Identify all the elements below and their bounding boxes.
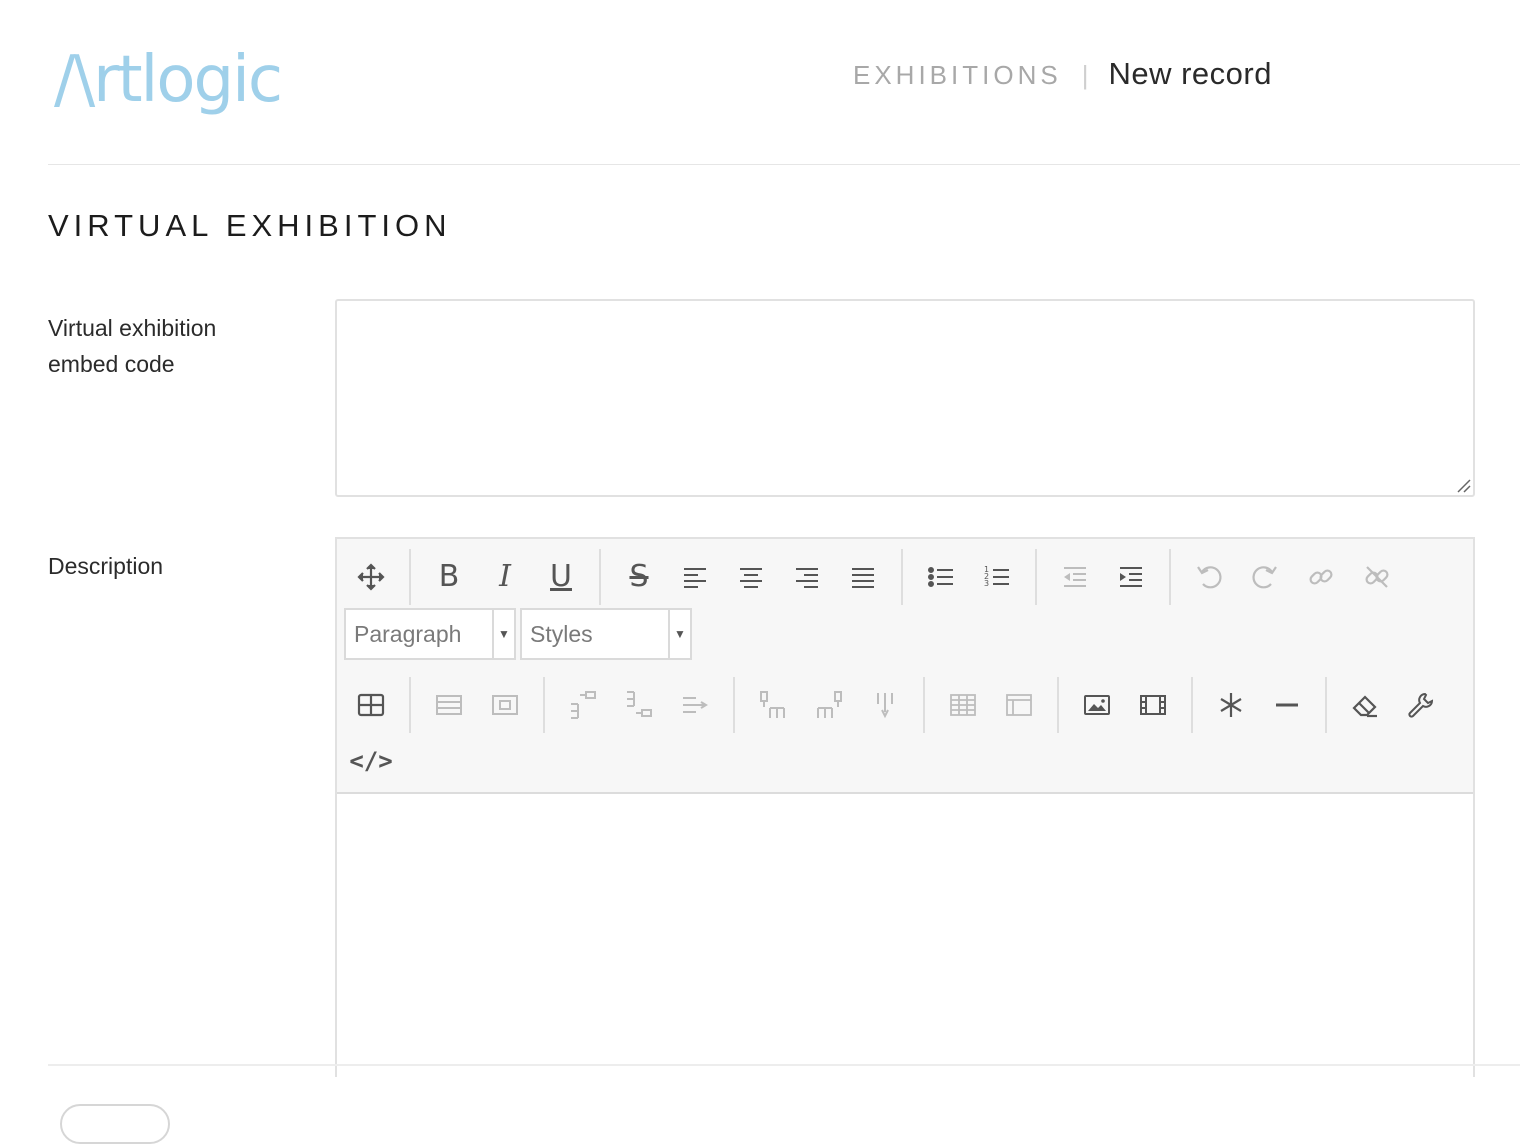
outdent-icon[interactable] bbox=[1055, 557, 1095, 597]
section-title: VIRTUAL EXHIBITION bbox=[48, 208, 452, 243]
styles-value: Styles bbox=[530, 620, 593, 647]
align-center-icon[interactable] bbox=[731, 557, 771, 597]
insert-col-before-icon[interactable] bbox=[753, 685, 793, 725]
toolbar-separator bbox=[733, 677, 735, 733]
delete-table-icon[interactable] bbox=[999, 685, 1039, 725]
special-char-icon[interactable] bbox=[1211, 685, 1251, 725]
italic-icon[interactable]: I bbox=[485, 557, 525, 597]
toolbar-separator bbox=[1325, 677, 1327, 733]
embed-code-label: Virtual exhibition embed code bbox=[48, 315, 217, 377]
rich-text-editor[interactable]: B I U S 123 Paragraph ▼ Styles ▼ </> bbox=[335, 537, 1475, 1077]
page-header: /\rtlogic EXHIBITIONS | New record bbox=[0, 0, 1520, 165]
numbered-list-icon[interactable]: 123 bbox=[977, 557, 1017, 597]
undo-icon[interactable] bbox=[1189, 557, 1229, 597]
table-cell-props-icon[interactable] bbox=[485, 685, 525, 725]
chevron-down-icon[interactable]: ▼ bbox=[668, 610, 690, 658]
bold-icon[interactable]: B bbox=[429, 557, 469, 597]
delete-row-icon[interactable] bbox=[675, 685, 715, 725]
breadcrumb-current: New record bbox=[1108, 56, 1272, 91]
redo-icon[interactable] bbox=[1245, 557, 1285, 597]
align-left-icon[interactable] bbox=[675, 557, 715, 597]
block-format-select[interactable]: Paragraph ▼ bbox=[344, 608, 516, 660]
link-icon[interactable] bbox=[1301, 557, 1341, 597]
description-label: Description bbox=[48, 553, 164, 579]
breadcrumb-separator: | bbox=[1081, 60, 1089, 90]
footer-button[interactable] bbox=[60, 1104, 170, 1144]
styles-select[interactable]: Styles ▼ bbox=[520, 608, 692, 660]
embed-code-textarea[interactable] bbox=[335, 299, 1475, 497]
toolbar-separator bbox=[923, 677, 925, 733]
horizontal-rule-icon[interactable] bbox=[1267, 685, 1307, 725]
indent-icon[interactable] bbox=[1111, 557, 1151, 597]
svg-text:3: 3 bbox=[984, 579, 989, 588]
header-divider bbox=[48, 164, 1520, 165]
toolbar-separator bbox=[543, 677, 545, 733]
toolbar-separator bbox=[1035, 549, 1037, 605]
strikethrough-icon[interactable]: S bbox=[619, 557, 659, 597]
unlink-icon[interactable] bbox=[1357, 557, 1397, 597]
table-icon[interactable] bbox=[351, 685, 391, 725]
insert-row-before-icon[interactable] bbox=[563, 685, 603, 725]
resize-handle-icon[interactable] bbox=[1455, 477, 1471, 493]
underline-icon[interactable]: U bbox=[541, 557, 581, 597]
table-row-props-icon[interactable] bbox=[429, 685, 469, 725]
insert-col-after-icon[interactable] bbox=[809, 685, 849, 725]
block-format-value: Paragraph bbox=[354, 620, 462, 647]
clear-format-icon[interactable] bbox=[1345, 685, 1385, 725]
breadcrumb-exhibitions-link[interactable]: EXHIBITIONS bbox=[853, 60, 1062, 91]
settings-wrench-icon[interactable] bbox=[1401, 685, 1441, 725]
insert-row-after-icon[interactable] bbox=[619, 685, 659, 725]
delete-col-icon[interactable] bbox=[865, 685, 905, 725]
editor-toolbar: B I U S 123 Paragraph ▼ Styles ▼ </> bbox=[337, 539, 1473, 794]
breadcrumb: EXHIBITIONS | New record bbox=[853, 56, 1272, 92]
move-icon[interactable] bbox=[351, 557, 391, 597]
toolbar-separator bbox=[409, 549, 411, 605]
align-justify-icon[interactable] bbox=[843, 557, 883, 597]
media-icon[interactable] bbox=[1133, 685, 1173, 725]
toolbar-separator bbox=[1057, 677, 1059, 733]
table-props-icon[interactable] bbox=[943, 685, 983, 725]
align-right-icon[interactable] bbox=[787, 557, 827, 597]
toolbar-separator bbox=[1191, 677, 1193, 733]
toolbar-separator bbox=[1169, 549, 1171, 605]
bullet-list-icon[interactable] bbox=[921, 557, 961, 597]
toolbar-separator bbox=[901, 549, 903, 605]
artlogic-logo[interactable]: /\rtlogic bbox=[54, 48, 283, 112]
toolbar-separator bbox=[409, 677, 411, 733]
form-footer-divider bbox=[48, 1064, 1520, 1066]
description-editor-body[interactable] bbox=[337, 796, 1473, 1076]
chevron-down-icon[interactable]: ▼ bbox=[492, 610, 514, 658]
image-icon[interactable] bbox=[1077, 685, 1117, 725]
source-code-icon[interactable]: </> bbox=[349, 741, 392, 781]
toolbar-separator bbox=[599, 549, 601, 605]
